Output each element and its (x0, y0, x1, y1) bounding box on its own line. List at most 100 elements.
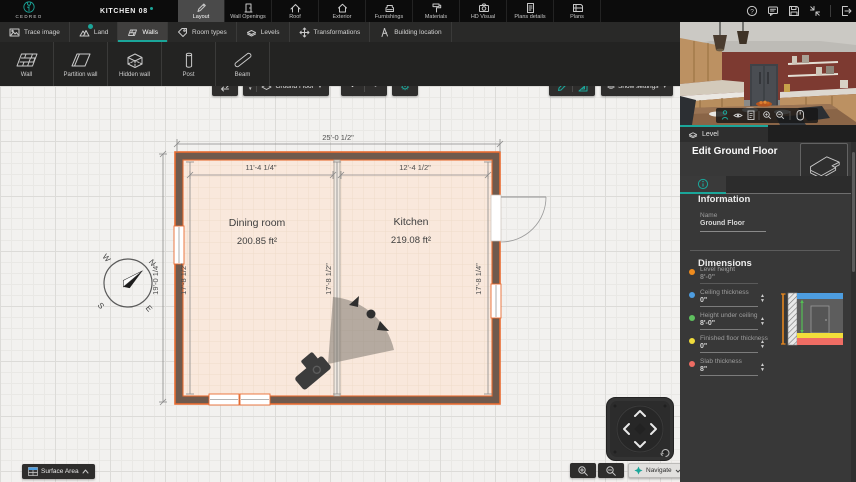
chevron-up-icon (82, 469, 89, 474)
tool-label: Wall (21, 72, 32, 78)
diagram-slab (797, 338, 843, 345)
level-height-underline (700, 283, 758, 284)
exit-icon[interactable] (840, 5, 852, 17)
trace-image-icon (9, 27, 20, 38)
tab-information[interactable] (680, 176, 726, 194)
zoom-in-button[interactable] (570, 463, 596, 478)
compass-w: W (101, 252, 113, 264)
slab-thickness-input[interactable]: 8" (700, 366, 707, 373)
ceiling-thickness-input[interactable]: 0" (700, 297, 707, 304)
zoom-in-icon (577, 465, 589, 477)
tab-wall-openings[interactable]: Wall Openings (225, 0, 272, 22)
panel-title: Edit Ground Floor (692, 146, 778, 157)
project-title: KITCHEN 08 (100, 0, 153, 22)
header: CEDREO KITCHEN 08 Layout Wall Openings R… (0, 0, 856, 22)
finished-floor-input[interactable]: 0" (700, 343, 707, 350)
collapse-icon[interactable] (809, 5, 821, 17)
name-input[interactable]: Ground Floor (700, 220, 745, 227)
paint-roller-icon (431, 2, 442, 13)
right-panel: Level Edit Ground Floor Information Name… (680, 22, 856, 482)
ceiling-thickness-stepper[interactable]: ▲▼ (760, 294, 765, 304)
wall-icon (14, 50, 40, 70)
ribbon-item-levels[interactable]: Levels (237, 22, 290, 42)
document-icon (525, 2, 536, 13)
height-under-ceiling-underline (700, 329, 758, 330)
room-label-kitchen[interactable]: Kitchen (393, 216, 428, 228)
height-under-ceiling-input[interactable]: 8'-0" (700, 320, 715, 327)
ribbon-label: Transformations (314, 29, 361, 36)
ribbon-label: Walls (142, 29, 158, 36)
svg-text:?: ? (750, 8, 754, 15)
tab-label: HD Visual (471, 14, 495, 20)
feedback-icon[interactable] (767, 5, 779, 17)
floor-plan: 25'-0 1/2" 11'-4 1/4" 12'-4 1/2" 19'-0 1… (0, 86, 682, 482)
ribbon-item-land[interactable]: Land (70, 22, 118, 42)
name-label: Name (700, 212, 717, 219)
finished-floor-label: Finished floor thickness (700, 335, 768, 342)
tab-layout[interactable]: Layout (178, 0, 225, 22)
finished-floor-dot (689, 338, 695, 344)
help-icon[interactable]: ? (746, 5, 758, 17)
tab-materials[interactable]: Materials (413, 0, 460, 22)
dimension-label-middle-inner-height: 17'-8 1/2" (324, 263, 333, 295)
zoom-out-icon (605, 465, 617, 477)
logo-text: CEDREO (15, 14, 42, 19)
room-label-dining[interactable]: Dining room (229, 217, 286, 229)
tool-label: Beam (235, 72, 251, 78)
ceiling-thickness-dot (689, 292, 695, 298)
panel-section-tabs (680, 176, 856, 194)
tool-hidden-wall[interactable]: Hidden wall (108, 42, 162, 86)
tab-hd-visual[interactable]: HD Visual (460, 0, 507, 22)
tab-level[interactable]: Level (680, 125, 768, 142)
ribbon-item-walls[interactable]: Walls (118, 22, 168, 42)
panel-tabbar: Level (680, 125, 856, 142)
ribbon-item-transformations[interactable]: Transformations (290, 22, 371, 42)
unsaved-indicator (150, 7, 153, 10)
tab-roof[interactable]: Roof (272, 0, 319, 22)
tool-label: Hidden wall (119, 72, 150, 78)
tab-plans[interactable]: Plans (554, 0, 601, 22)
cedreo-logo[interactable]: CEDREO (8, 1, 50, 19)
tool-wall[interactable]: Wall (0, 42, 54, 86)
pencil-icon (196, 2, 207, 13)
save-icon[interactable] (788, 5, 800, 17)
tool-partition-wall[interactable]: Partition wall (54, 42, 108, 86)
slab-thickness-stepper[interactable]: ▲▼ (760, 363, 765, 373)
information-title: Information (698, 194, 750, 205)
tool-post[interactable]: Post (162, 42, 216, 86)
door-opening[interactable] (491, 195, 501, 241)
3d-preview[interactable] (680, 22, 856, 125)
cedreo-logo-icon (23, 1, 35, 13)
ribbon-item-room-types[interactable]: Room types (168, 22, 237, 42)
tab-label: Plans (570, 14, 584, 20)
surface-table-icon (28, 467, 38, 476)
tab-plans-details[interactable]: Plans details (507, 0, 554, 22)
height-under-ceiling-label: Height under ceiling (700, 312, 757, 319)
camera-rotate-handle[interactable] (367, 310, 376, 319)
tab-label: Exterior (333, 14, 352, 20)
room-area-kitchen: 219.08 ft² (391, 235, 431, 246)
ribbon-item-building-location[interactable]: Building location (370, 22, 451, 42)
door-swing-arc (501, 197, 546, 242)
height-under-ceiling-stepper[interactable]: ▲▼ (760, 317, 765, 327)
level-height-value: 8'-0" (700, 274, 715, 281)
slab-thickness-dot (689, 361, 695, 367)
diagram-finished-floor (797, 333, 843, 338)
partition-wall-icon (68, 50, 94, 70)
panel-scrollbar[interactable] (851, 142, 856, 482)
tool-beam[interactable]: Beam (216, 42, 270, 86)
hidden-wall-icon (122, 50, 148, 70)
navigate-dropdown[interactable]: Navigate (628, 463, 687, 478)
tab-furnishings[interactable]: Furnishings (366, 0, 413, 22)
zoom-out-button[interactable] (598, 463, 624, 478)
tab-exterior[interactable]: Exterior (319, 0, 366, 22)
finished-floor-stepper[interactable]: ▲▼ (760, 340, 765, 350)
diagram-ceiling (797, 293, 843, 299)
ribbon-item-trace-image[interactable]: Trace image (0, 22, 70, 42)
surface-area-button[interactable]: Surface Area (22, 464, 95, 479)
cedreo-app: CEDREO KITCHEN 08 Layout Wall Openings R… (0, 0, 856, 482)
compass-e: E (144, 304, 154, 314)
scrollbar-thumb[interactable] (852, 152, 855, 272)
ceiling-thickness-underline (700, 306, 758, 307)
navigation-pad[interactable] (606, 397, 674, 461)
